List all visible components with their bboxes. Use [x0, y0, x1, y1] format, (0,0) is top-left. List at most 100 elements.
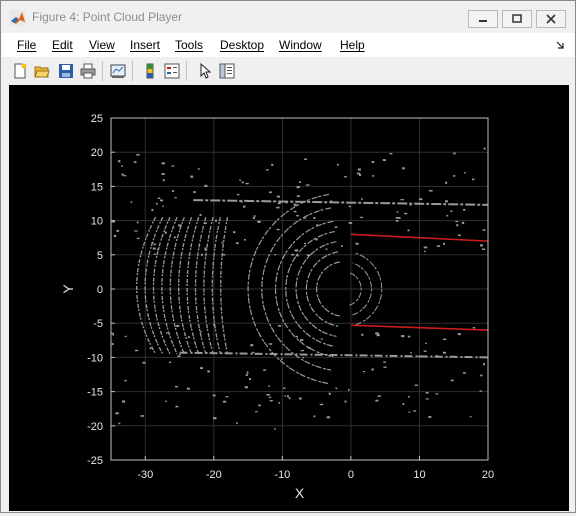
lidar-point: [278, 325, 282, 327]
insert-colorbar-icon: [146, 63, 154, 79]
lidar-point: [472, 327, 476, 329]
lidar-point: [295, 335, 298, 338]
lidar-point: [410, 352, 412, 354]
lidar-point: [200, 253, 203, 256]
menu-help[interactable]: Help: [340, 38, 365, 52]
lidar-point: [315, 238, 318, 241]
lidar-scanline: [186, 216, 200, 355]
lidar-point: [335, 387, 338, 390]
lidar-point: [361, 333, 364, 336]
lidar-point: [274, 254, 277, 256]
lidar-point: [199, 330, 202, 333]
lidar-point: [130, 201, 133, 203]
lidar-point: [212, 394, 216, 397]
lidar-point: [157, 248, 160, 251]
menu-tools[interactable]: Tools: [175, 38, 203, 52]
lidar-point: [161, 173, 165, 175]
lidar-point: [306, 254, 311, 257]
lidar-point: [116, 229, 120, 232]
menu-insert[interactable]: Insert: [130, 38, 160, 52]
property-inspector-icon: [219, 63, 235, 79]
lidar-point: [483, 363, 486, 366]
lidar-point: [302, 356, 305, 359]
lidar-point: [204, 184, 208, 187]
lidar-point: [173, 236, 176, 239]
lidar-point: [320, 338, 323, 340]
lidar-point: [154, 253, 156, 255]
new-figure-button[interactable]: [10, 61, 30, 81]
point-cloud-plot[interactable]: -30 -20 -10 0 10 20 25 20 15 10 5 0 -5 -10 -15 -20 -25 X…: [9, 85, 569, 511]
lidar-point: [462, 372, 466, 374]
lidar-point: [246, 371, 249, 374]
menu-window[interactable]: Window: [279, 38, 322, 52]
lidar-point: [418, 355, 422, 358]
y-tick-label: 25: [91, 113, 103, 125]
lidar-point: [207, 370, 210, 373]
lidar-point: [164, 231, 167, 234]
minimize-button[interactable]: [468, 10, 498, 28]
lidar-point: [344, 400, 347, 403]
print-button[interactable]: [78, 61, 98, 81]
lidar-point: [165, 332, 170, 334]
lidar-point: [140, 415, 145, 417]
lidar-point: [377, 395, 381, 397]
x-tick-label: 20: [482, 469, 494, 481]
lidar-scanline: [136, 216, 157, 355]
menu-desktop[interactable]: Desktop: [220, 38, 264, 52]
lidar-point: [149, 347, 152, 350]
lidar-point: [396, 220, 399, 222]
insert-colorbar-button[interactable]: [140, 61, 160, 81]
title-bar[interactable]: Figure 4: Point Cloud Player: [1, 1, 575, 33]
lidar-point: [178, 353, 181, 356]
lidar-point: [253, 215, 256, 217]
lidar-point: [313, 415, 316, 418]
lidar-point: [326, 416, 331, 419]
lidar-point: [136, 221, 139, 224]
lidar-point: [174, 197, 177, 199]
lidar-point: [269, 396, 272, 399]
lidar-point: [165, 400, 167, 403]
dock-arrow-icon[interactable]: [555, 40, 565, 50]
menu-view[interactable]: View: [89, 38, 115, 52]
lidar-point: [175, 405, 179, 408]
lidar-point: [142, 361, 146, 364]
menu-file[interactable]: File: [17, 38, 36, 52]
lidar-point: [428, 416, 432, 418]
y-tick-label: -10: [87, 352, 103, 364]
lidar-point: [177, 355, 181, 358]
property-inspector-button[interactable]: [217, 61, 237, 81]
lidar-point: [300, 349, 304, 352]
open-file-button[interactable]: [32, 61, 52, 81]
menu-edit[interactable]: Edit: [52, 38, 73, 52]
lidar-point: [204, 249, 207, 251]
y-tick-label: 20: [91, 147, 103, 159]
lidar-point: [329, 200, 333, 202]
lidar-point: [278, 402, 281, 404]
lidar-point: [176, 324, 180, 327]
y-tick-label: 0: [97, 284, 103, 296]
lidar-point: [263, 369, 266, 371]
lidar-point: [258, 404, 261, 407]
lidar-point: [160, 199, 164, 202]
close-button[interactable]: [536, 10, 566, 28]
lidar-point: [190, 175, 194, 178]
save-button[interactable]: [56, 61, 76, 81]
lidar-point: [284, 395, 287, 397]
lidar-point: [355, 242, 359, 245]
lidar-point: [402, 403, 405, 406]
link-plot-button[interactable]: [108, 61, 128, 81]
insert-legend-button[interactable]: [162, 61, 182, 81]
edit-plot-button[interactable]: [195, 61, 215, 81]
lidar-scanline: [169, 216, 185, 355]
lidar-point: [362, 370, 366, 373]
lidar-point: [187, 336, 191, 338]
lidar-point: [396, 211, 399, 213]
lidar-point: [134, 349, 139, 352]
maximize-button[interactable]: [502, 10, 532, 28]
lidar-point: [298, 181, 301, 184]
lidar-point: [162, 205, 165, 207]
lidar-point: [343, 176, 348, 178]
lidar-point: [347, 388, 350, 391]
lidar-point: [175, 385, 178, 388]
lidar-point: [480, 244, 483, 247]
